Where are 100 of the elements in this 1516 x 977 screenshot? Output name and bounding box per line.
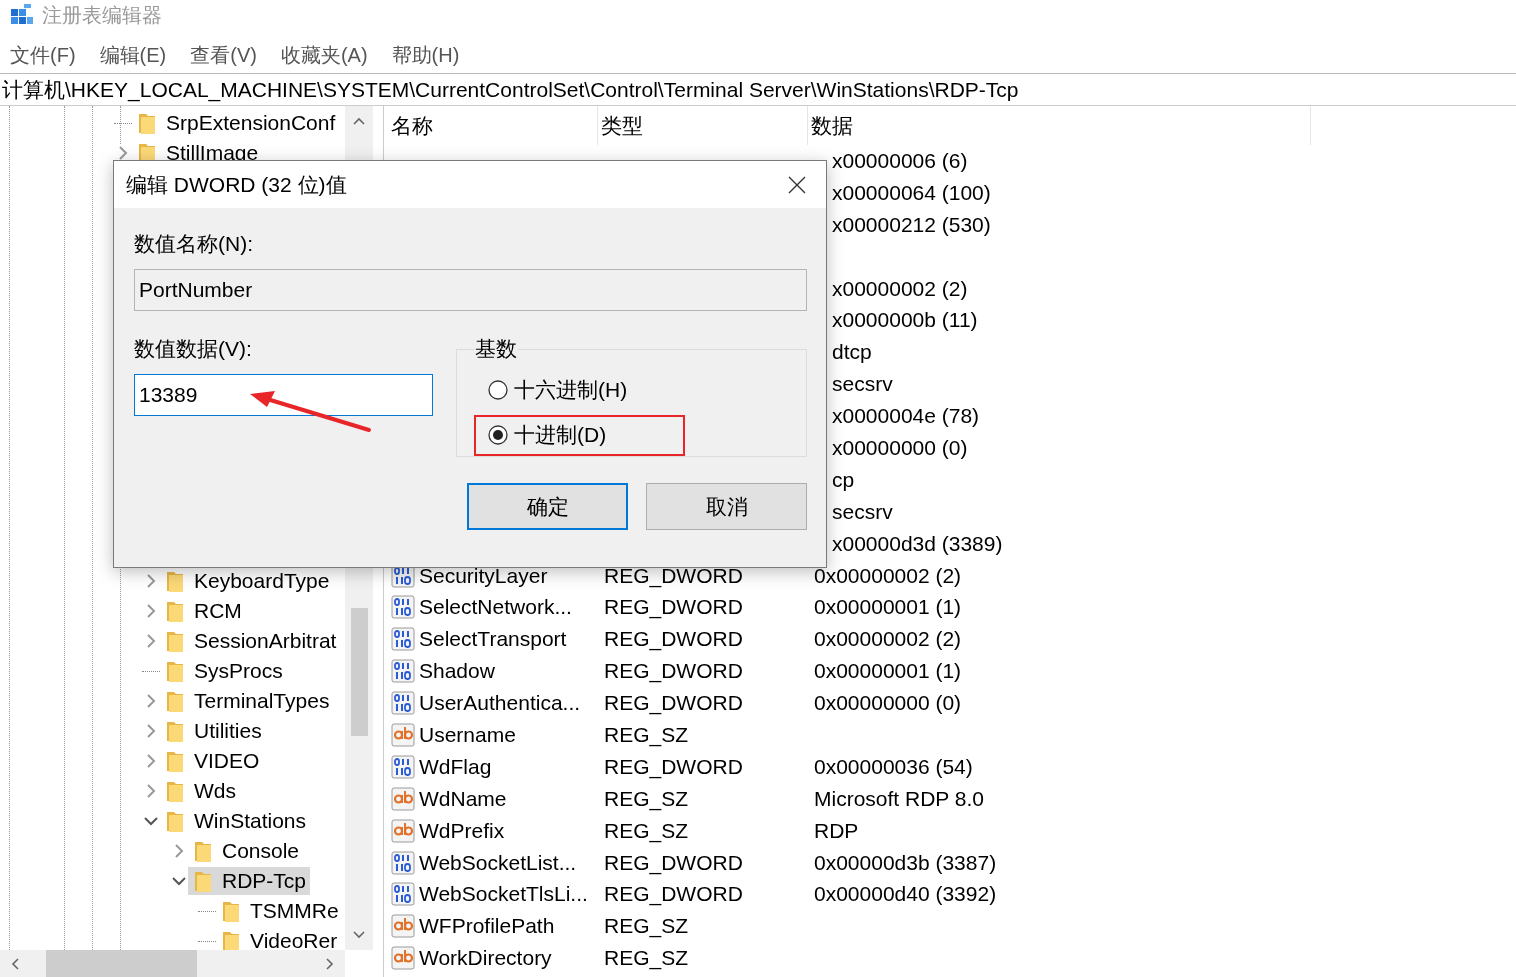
string-value-icon	[391, 818, 415, 843]
menu-item[interactable]: 查看(V)	[190, 42, 257, 69]
radio-button[interactable]: 十六进制(H)	[488, 375, 628, 404]
binary-value-icon	[391, 691, 415, 716]
value-type: REG_DWORD	[604, 850, 743, 875]
folder-icon	[166, 719, 184, 743]
value-name[interactable]: WdName	[419, 786, 507, 811]
scrollbar-thumb[interactable]	[350, 608, 368, 736]
radio-circle-icon[interactable]	[488, 379, 508, 400]
value-data: x00000d3d (3389)	[832, 531, 1003, 556]
value-name[interactable]: SecurityLayer	[419, 563, 548, 588]
column-header[interactable]: 类型	[598, 106, 808, 145]
horizontal-scrollbar[interactable]	[0, 950, 345, 977]
value-data: dtcp	[832, 340, 872, 365]
value-type: REG_DWORD	[604, 882, 743, 907]
value-type: REG_SZ	[604, 946, 689, 971]
value-name[interactable]: WorkDirectory	[419, 946, 552, 971]
value-data: 0x00000001 (1)	[814, 595, 962, 620]
address-bar[interactable]: 计算机\HKEY_LOCAL_MACHINE\SYSTEM\CurrentControlSet\Control\Terminal Server\WinStations\RDP-Tcp	[0, 73, 1516, 106]
value-type: REG_SZ	[604, 786, 689, 811]
value-type: REG_DWORD	[604, 691, 743, 716]
radio-circle-icon[interactable]	[488, 425, 508, 446]
value-name[interactable]: SelectNetwork...	[419, 595, 572, 620]
folder-icon	[166, 629, 184, 653]
value-data: 0x00000d40 (3392)	[814, 882, 997, 907]
value-data: 0x00000002 (2)	[814, 627, 962, 652]
menu-item[interactable]: 收藏夹(A)	[280, 42, 368, 69]
value-type: REG_DWORD	[604, 659, 743, 684]
folder-icon	[166, 599, 184, 623]
value-type: REG_SZ	[604, 914, 689, 939]
value-name[interactable]: SelectTransport	[419, 627, 567, 652]
menu-item[interactable]: 编辑(E)	[99, 42, 167, 69]
field-label: 数值名称(N):	[134, 231, 254, 257]
value-type: REG_DWORD	[604, 754, 743, 779]
column-header[interactable]: 名称	[388, 106, 598, 145]
tree-item[interactable]: RDP-Tcp	[188, 867, 310, 895]
dialog-title: 编辑 DWORD (32 位)值	[126, 171, 347, 198]
folder-icon	[194, 869, 212, 893]
value-data-field[interactable]: 13389	[134, 374, 433, 416]
folder-icon	[166, 779, 184, 803]
value-data: x00000064 (100)	[832, 180, 991, 205]
value-name[interactable]: WebSocketTlsLi...	[419, 882, 588, 907]
folder-icon	[166, 659, 184, 683]
value-type: REG_SZ	[604, 723, 689, 747]
binary-value-icon	[391, 659, 415, 684]
value-name[interactable]: WebSocketList...	[419, 850, 577, 875]
value-data: x00000000 (0)	[832, 435, 968, 460]
registry-cubes-icon	[10, 3, 34, 27]
radio-button[interactable]: 十进制(D)	[488, 421, 607, 450]
folder-icon	[194, 839, 212, 863]
folder-icon	[166, 569, 184, 593]
value-type: REG_DWORD	[604, 563, 743, 588]
group-title: 基数	[474, 336, 518, 362]
menu-item[interactable]: 文件(F)	[10, 42, 76, 69]
binary-value-icon	[391, 595, 415, 620]
field-label: 数值数据(V):	[134, 336, 253, 362]
value-name[interactable]: Shadow	[419, 659, 495, 684]
folder-icon	[166, 809, 184, 833]
folder-icon	[166, 749, 184, 773]
string-value-icon	[391, 946, 415, 971]
dialog-button[interactable]: 取消	[646, 483, 807, 530]
value-name[interactable]: WdFlag	[419, 754, 492, 779]
value-data: Microsoft RDP 8.0	[814, 786, 984, 811]
binary-value-icon	[391, 627, 415, 652]
folder-icon	[222, 899, 240, 923]
value-data: x00000212 (530)	[832, 212, 991, 237]
window-title: 注册表编辑器	[42, 2, 162, 28]
value-data: RDP	[814, 818, 859, 843]
string-value-icon	[391, 786, 415, 811]
value-data: 0x00000002 (2)	[814, 563, 962, 588]
folder-icon	[222, 929, 240, 950]
value-data: cp	[832, 467, 855, 492]
value-data: 0x00000001 (1)	[814, 659, 962, 684]
close-icon[interactable]	[788, 175, 806, 194]
binary-value-icon	[391, 882, 415, 907]
value-type: REG_DWORD	[604, 595, 743, 620]
folder-icon	[166, 689, 184, 713]
value-data: x0000004e (78)	[832, 404, 980, 429]
value-data: 0x00000d3b (3387)	[814, 850, 997, 875]
value-name-field[interactable]: PortNumber	[134, 269, 807, 311]
value-name[interactable]: WFProfilePath	[419, 914, 555, 939]
column-header[interactable]: 数据	[808, 106, 1311, 145]
value-data: secsrv	[832, 372, 893, 397]
value-name[interactable]: Username	[419, 723, 516, 747]
value-data: 0x00000000 (0)	[814, 691, 962, 716]
scrollbar-thumb[interactable]	[46, 950, 197, 977]
value-type: REG_SZ	[604, 818, 689, 843]
string-value-icon	[391, 914, 415, 939]
value-name[interactable]: UserAuthentica...	[419, 691, 581, 716]
binary-value-icon	[391, 850, 415, 875]
value-name[interactable]: WdPrefix	[419, 818, 505, 843]
value-type: REG_DWORD	[604, 627, 743, 652]
menu-item[interactable]: 帮助(H)	[391, 42, 460, 69]
value-data: x00000006 (6)	[832, 148, 968, 173]
value-data: x00000002 (2)	[832, 276, 968, 301]
folder-icon	[138, 111, 156, 135]
value-data: secsrv	[832, 499, 893, 524]
value-data: 0x00000036 (54)	[814, 754, 973, 779]
string-value-icon	[391, 723, 415, 747]
dialog-button[interactable]: 确定	[467, 483, 628, 530]
